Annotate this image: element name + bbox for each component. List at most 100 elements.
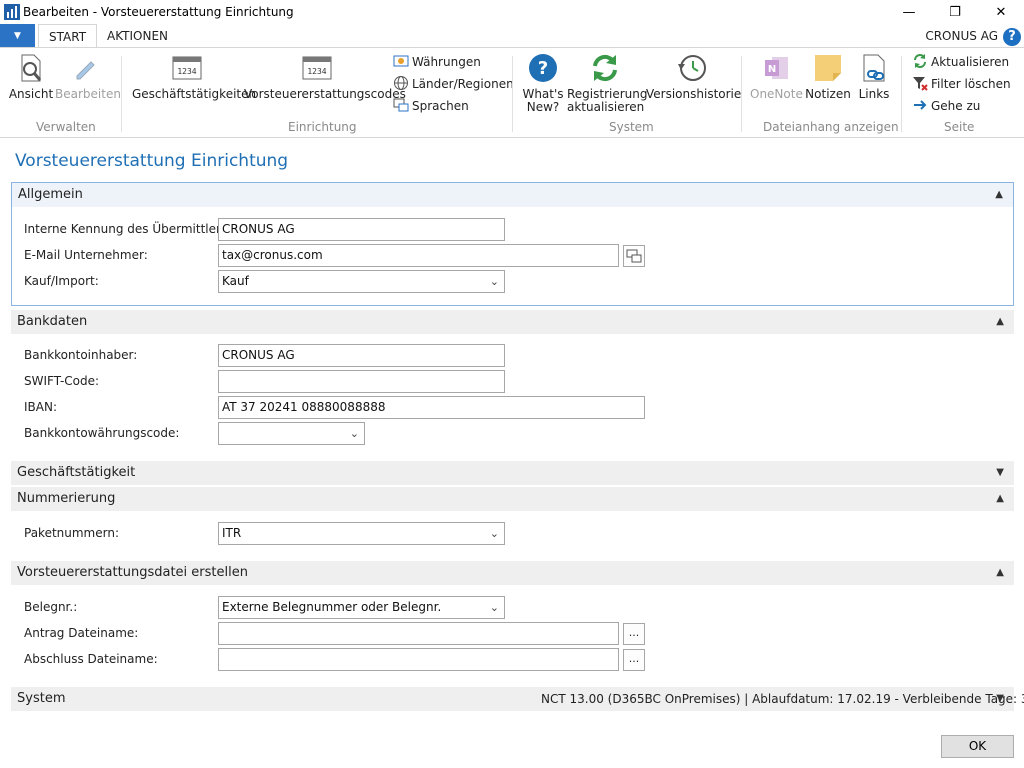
kauf-import-select[interactable]: Kauf ⌄ (218, 270, 505, 293)
group-separator (121, 56, 122, 132)
section-bankdaten: Bankdaten ▲ (11, 310, 1014, 334)
chevron-down-icon: ⌄ (349, 427, 359, 440)
onenote-icon: N (765, 57, 788, 79)
swift-label: SWIFT-Code: (24, 374, 100, 388)
waehrungen-button[interactable]: Währungen (393, 52, 481, 72)
view-magnifier-icon (21, 54, 42, 82)
bearbeiten-button[interactable]: Bearbeiten (55, 52, 121, 101)
ansicht-button[interactable]: Ansicht (8, 52, 54, 101)
paketnummern-label: Paketnummern: (24, 526, 120, 540)
app-icon (4, 4, 20, 20)
tab-actions[interactable]: AKTIONEN (97, 24, 178, 48)
laender-label: Länder/Regionen (412, 77, 514, 91)
history-clock-icon (678, 55, 706, 81)
section-header-bankdaten[interactable]: Bankdaten ▲ (11, 310, 1014, 334)
section-title-geschaeftstaetigkeit: Geschäftstätigkeit (17, 465, 136, 480)
paketnummern-select[interactable]: ITR ⌄ (218, 522, 505, 545)
chevron-down-icon[interactable]: ▼ (996, 461, 1004, 485)
filter-loeschen-button[interactable]: Filter löschen (912, 74, 1011, 94)
group-separator (512, 56, 513, 132)
section-datei-erstellen: Vorsteuererstattungsdatei erstellen ▲ (11, 561, 1014, 585)
notizen-button[interactable]: Notizen (804, 52, 852, 101)
question-icon: ? (529, 54, 557, 82)
links-button[interactable]: Links (855, 52, 893, 101)
section-title-allgemein: Allgemein (18, 187, 83, 202)
system-info: NCT 13.00 (D365BC OnPremises) | Ablaufda… (541, 692, 1024, 706)
gehe-zu-button[interactable]: Gehe zu (912, 96, 980, 116)
section-system: System NCT 13.00 (D365BC OnPremises) | A… (11, 687, 1024, 711)
bankkontowaehrung-select[interactable]: ⌄ (218, 422, 365, 445)
chevron-up-icon[interactable]: ▲ (996, 561, 1004, 585)
belegnr-select[interactable]: Externe Belegnummer oder Belegnr. ⌄ (218, 596, 505, 619)
ribbon: Ansicht Bearbeiten Verwalten 1234 Geschä… (0, 47, 1024, 138)
table-1234-icon: 1234 (172, 56, 202, 80)
whatsnew-label-1: What's (522, 87, 564, 101)
company-name[interactable]: CRONUS AG (925, 29, 998, 43)
chevron-down-icon[interactable]: ▼ (996, 687, 1004, 711)
group-label-verwalten: Verwalten (36, 120, 96, 134)
email-assist-icon (626, 249, 642, 263)
onenote-button[interactable]: N OneNote (750, 52, 803, 101)
link-icon (863, 54, 885, 82)
onenote-label: OneNote (750, 87, 803, 101)
vorsteuercodes-button[interactable]: 1234 Vorsteuererstattungscodes (244, 52, 406, 101)
section-header-geschaeftstaetigkeit[interactable]: Geschäftstätigkeit ▼ (11, 461, 1014, 485)
registrierung-button[interactable]: Registrierung aktualisieren (567, 52, 648, 114)
section-header-nummerierung[interactable]: Nummerierung ▲ (11, 487, 1014, 511)
refresh-icon (593, 54, 617, 82)
chevron-up-icon[interactable]: ▲ (995, 183, 1003, 207)
arrow-right-icon (914, 100, 927, 110)
help-icon[interactable]: ? (1003, 28, 1021, 46)
email-assist-button[interactable] (623, 245, 645, 267)
section-title-bankdaten: Bankdaten (17, 314, 88, 329)
sprachen-button[interactable]: Sprachen (393, 96, 469, 116)
gehe-zu-label: Gehe zu (931, 99, 981, 113)
close-button[interactable]: ✕ (978, 0, 1024, 24)
swift-field[interactable] (218, 370, 505, 393)
filter-loeschen-label: Filter löschen (931, 77, 1011, 91)
svg-text:?: ? (538, 58, 548, 79)
ansicht-label: Ansicht (8, 87, 54, 101)
chevron-up-icon[interactable]: ▲ (996, 487, 1004, 511)
sprachen-label: Sprachen (412, 99, 469, 113)
section-nummerierung: Nummerierung ▲ (11, 487, 1014, 511)
section-title-datei-erstellen: Vorsteuererstattungsdatei erstellen (17, 565, 248, 580)
section-title-nummerierung: Nummerierung (17, 491, 116, 506)
whatsnew-button[interactable]: ? What's New? (522, 52, 564, 114)
interne-kennung-field[interactable]: CRONUS AG (218, 218, 505, 241)
clear-filter-icon (913, 77, 928, 91)
waehrungen-label: Währungen (412, 55, 481, 69)
tab-start[interactable]: START (38, 24, 98, 49)
geschaeftstaetigkeiten-button[interactable]: 1234 Geschäftstätigkeiten (132, 52, 256, 101)
whatsnew-label-2: New? (526, 100, 560, 114)
email-field[interactable]: tax@cronus.com (218, 244, 619, 267)
versionshistorie-button[interactable]: Versionshistorie (646, 52, 742, 101)
bankkontoinhaber-field[interactable]: CRONUS AG (218, 344, 505, 367)
email-label: E-Mail Unternehmer: (24, 248, 148, 262)
ok-button[interactable]: OK (941, 735, 1014, 758)
iban-field[interactable]: AT 37 20241 08880088888 (218, 396, 645, 419)
file-menu-button[interactable]: ▼ (0, 24, 35, 47)
versionshistorie-label: Versionshistorie (646, 87, 742, 101)
minimize-button[interactable]: — (886, 0, 932, 24)
antrag-dateiname-field[interactable] (218, 622, 619, 645)
refresh-small-icon (914, 54, 926, 68)
kauf-import-label: Kauf/Import: (24, 274, 99, 288)
aktualisieren-button[interactable]: Aktualisieren (912, 52, 1009, 72)
notizen-label: Notizen (805, 87, 851, 101)
registrierung-label-1: Registrierung (567, 87, 648, 101)
section-header-datei-erstellen[interactable]: Vorsteuererstattungsdatei erstellen ▲ (11, 561, 1014, 585)
abschluss-browse-button[interactable]: ... (623, 649, 645, 671)
page-title: Vorsteuererstattung Einrichtung (15, 151, 289, 171)
section-header-system[interactable]: System NCT 13.00 (D365BC OnPremises) | A… (11, 687, 1024, 711)
section-header-allgemein[interactable]: Allgemein ▲ (12, 183, 1013, 207)
paketnummern-value: ITR (222, 526, 242, 540)
group-label-system: System (609, 120, 654, 134)
maximize-button[interactable]: ❐ (932, 0, 978, 24)
abschluss-dateiname-field[interactable] (218, 648, 619, 671)
title-bar: Bearbeiten - Vorsteuererstattung Einrich… (0, 0, 1024, 24)
laender-button[interactable]: Länder/Regionen (393, 74, 514, 94)
group-separator (741, 56, 742, 132)
chevron-up-icon[interactable]: ▲ (996, 310, 1004, 334)
antrag-browse-button[interactable]: ... (623, 623, 645, 645)
